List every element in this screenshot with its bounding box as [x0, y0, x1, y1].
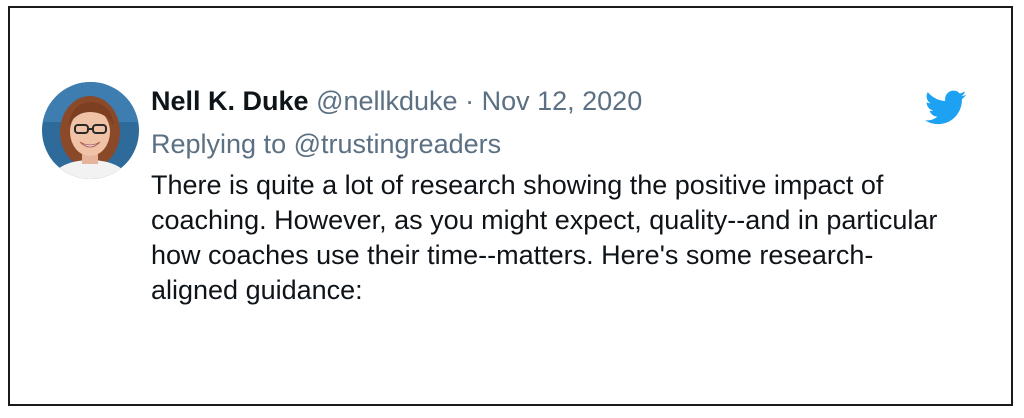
avatar-image [42, 82, 139, 179]
tweet-text: There is quite a lot of research showing… [151, 170, 938, 305]
replying-to: Replying to @trustingreaders [151, 127, 971, 161]
author-name[interactable]: Nell K. Duke [151, 86, 309, 116]
tweet-header: Nell K. Duke @nellkduke · Nov 12, 2020 [151, 84, 971, 118]
twitter-bird-icon[interactable] [925, 90, 967, 126]
header-separator: · [465, 86, 475, 116]
tweet-date[interactable]: Nov 12, 2020 [482, 86, 643, 116]
avatar[interactable] [42, 82, 139, 179]
replying-prefix: Replying to [151, 129, 287, 159]
tweet-screenshot-frame: Nell K. Duke @nellkduke · Nov 12, 2020 R… [8, 6, 1013, 406]
replying-handle[interactable]: @trustingreaders [294, 129, 502, 159]
author-handle[interactable]: @nellkduke [316, 86, 458, 116]
tweet-content: Nell K. Duke @nellkduke · Nov 12, 2020 R… [151, 84, 971, 308]
